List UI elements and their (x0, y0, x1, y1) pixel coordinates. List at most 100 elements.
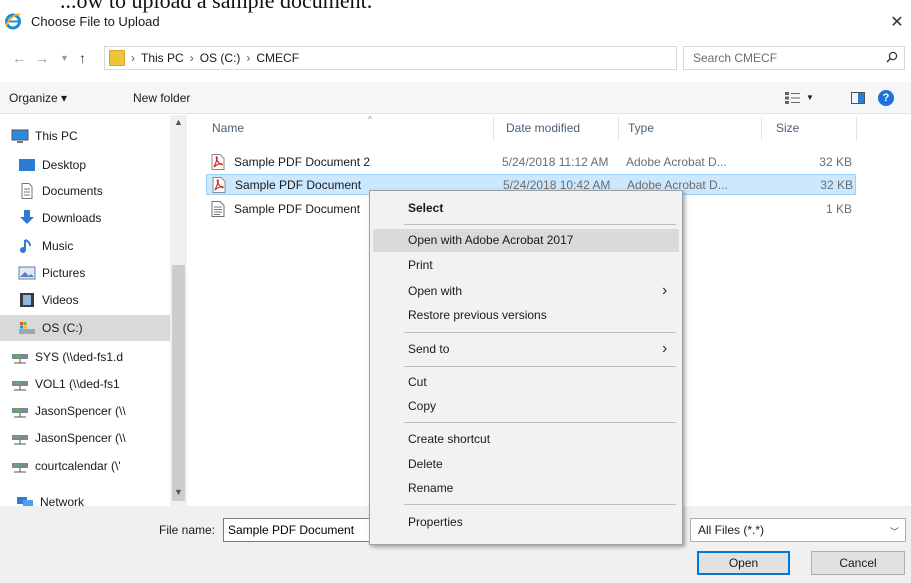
file-name: Sample PDF Document (235, 178, 362, 192)
menu-item-label: Open with (408, 284, 463, 298)
menu-item-properties[interactable]: Properties (373, 511, 679, 534)
search-placeholder: Search CMECF (693, 51, 778, 65)
sidebar-item-documents[interactable]: Documents (0, 178, 170, 204)
sidebar-item-label: Desktop (42, 158, 87, 172)
sidebar-item-downloads[interactable]: Downloads (0, 205, 170, 231)
menu-item-label: Properties (408, 515, 463, 529)
view-dropdown-chevron-icon[interactable]: ▼ (806, 93, 814, 102)
menu-item-label: Copy (408, 399, 437, 413)
file-name-label: File name: (159, 523, 216, 537)
menu-separator (404, 366, 676, 367)
menu-item-open-with-acrobat[interactable]: Open with Adobe Acrobat 2017 (373, 229, 679, 252)
breadcrumb-os-c[interactable]: OS (C:) (200, 51, 241, 65)
forward-arrow-icon[interactable]: → (35, 50, 49, 66)
sidebar-item-label: SYS (\\ded-fs1.d (35, 350, 124, 364)
sidebar-item-label: courtcalendar (\' (35, 459, 121, 473)
change-view-icon[interactable] (785, 92, 801, 104)
menu-item-print[interactable]: Print (373, 254, 679, 277)
videos-icon (18, 292, 36, 308)
recent-locations-chevron-icon[interactable]: ▼ (60, 53, 69, 63)
sidebar-item-label: VOL1 (\\ded-fs1 (35, 377, 120, 391)
menu-item-label: Send to (408, 342, 450, 356)
organize-button[interactable]: Organize ▾ (9, 91, 67, 105)
open-button[interactable]: Open (697, 551, 790, 575)
network-drive-icon (11, 376, 29, 392)
menu-item-delete[interactable]: Delete (373, 453, 679, 476)
up-arrow-icon[interactable]: ↑ (79, 50, 86, 66)
submenu-arrow-icon: › (662, 340, 668, 357)
column-header-name[interactable]: Name (212, 121, 244, 135)
address-bar[interactable]: › This PC › OS (C:) › CMECF ▼ ↻ (104, 46, 738, 70)
drive-icon (18, 320, 36, 336)
file-row[interactable]: Sample PDF Document 2 5/24/2018 11:12 AM… (206, 152, 856, 173)
new-folder-button[interactable]: New folder (133, 91, 190, 105)
menu-item-open-with[interactable]: Open with › (373, 280, 679, 303)
menu-item-select[interactable]: Select (373, 197, 679, 220)
menu-item-create-shortcut[interactable]: Create shortcut (373, 428, 679, 451)
file-type-value: All Files (*.*) (698, 523, 765, 537)
column-divider[interactable] (856, 117, 857, 141)
dialog-titlebar: Choose File to Upload ✕ (0, 8, 911, 36)
column-header-size[interactable]: Size (776, 121, 799, 135)
menu-item-copy[interactable]: Copy (373, 395, 679, 418)
sidebar-item-os-c[interactable]: OS (C:) (0, 315, 170, 341)
menu-item-rename[interactable]: Rename (373, 477, 679, 500)
menu-item-label: Create shortcut (408, 432, 491, 446)
search-input[interactable]: Search CMECF (683, 46, 905, 70)
nav-scrollbar[interactable]: ▲ ▼ (170, 115, 187, 506)
menu-item-label: Cut (408, 375, 427, 389)
cancel-button[interactable]: Cancel (811, 551, 905, 575)
scroll-down-icon[interactable]: ▼ (174, 487, 183, 497)
sidebar-item-vol1-ded-fs1[interactable]: VOL1 (\\ded-fs1 (0, 371, 170, 397)
sidebar-item-label: Videos (42, 293, 79, 307)
file-size: 1 KB (825, 202, 852, 216)
menu-item-cut[interactable]: Cut (373, 371, 679, 394)
menu-item-label: Print (408, 258, 433, 272)
breadcrumb-this-pc[interactable]: This PC (141, 51, 184, 65)
column-divider[interactable] (761, 117, 762, 141)
submenu-arrow-icon: › (662, 282, 668, 299)
menu-separator (404, 422, 676, 423)
file-size: 32 KB (820, 178, 853, 192)
network-drive-icon (11, 403, 29, 419)
menu-item-label: Select (408, 201, 444, 215)
sidebar-item-label: Documents (42, 184, 103, 198)
column-divider[interactable] (493, 117, 494, 141)
scrollbar-thumb[interactable] (172, 265, 185, 501)
dialog-title: Choose File to Upload (31, 14, 160, 29)
search-icon[interactable] (886, 51, 898, 63)
context-menu: Select Open with Adobe Acrobat 2017 Prin… (369, 190, 683, 545)
menu-separator (404, 504, 676, 505)
sidebar-item-label: Pictures (42, 266, 86, 280)
file-name: Sample PDF Document (234, 202, 361, 216)
menu-item-label: Rename (408, 481, 454, 495)
breadcrumb-cmecf[interactable]: CMECF (256, 51, 299, 65)
sidebar-item-jasonspencer[interactable]: JasonSpencer (\\ (0, 398, 170, 424)
sidebar-item-jasonspencer[interactable]: JasonSpencer (\\ (0, 425, 170, 451)
desktop-icon (18, 157, 36, 173)
help-icon[interactable]: ? (878, 90, 894, 106)
sidebar-item-music[interactable]: Music (0, 233, 170, 259)
chevron-down-icon: ﹀ (889, 527, 899, 537)
sidebar-item-videos[interactable]: Videos (0, 287, 170, 313)
back-arrow-icon[interactable]: ← (12, 50, 26, 66)
preview-pane-icon[interactable] (851, 92, 865, 104)
documents-icon (18, 183, 36, 199)
column-header-type[interactable]: Type (628, 121, 654, 135)
sort-ascending-icon: ^ (368, 115, 372, 124)
sidebar-item-sys-ded-fs1-d[interactable]: SYS (\\ded-fs1.d (0, 344, 170, 370)
sidebar-item-courtcalendar[interactable]: courtcalendar (\' (0, 453, 170, 479)
sidebar-item-this-pc[interactable]: This PC (0, 123, 170, 149)
sidebar-item-desktop[interactable]: Desktop (0, 152, 170, 178)
sidebar-item-pictures[interactable]: Pictures (0, 260, 170, 286)
menu-separator (404, 332, 676, 333)
menu-item-restore-previous-versions[interactable]: Restore previous versions (373, 304, 679, 327)
file-type-select[interactable]: All Files (*.*) ﹀ (690, 518, 906, 542)
scroll-up-icon[interactable]: ▲ (174, 117, 183, 127)
sidebar-item-label: OS (C:) (42, 321, 83, 335)
column-divider[interactable] (618, 117, 619, 141)
menu-item-send-to[interactable]: Send to › (373, 338, 679, 361)
address-row: ← → ▼ ↑ › This PC › OS (C:) › CMECF ▼ ↻ … (0, 44, 911, 74)
column-header-date[interactable]: Date modified (506, 121, 580, 135)
close-icon[interactable]: ✕ (887, 12, 907, 32)
